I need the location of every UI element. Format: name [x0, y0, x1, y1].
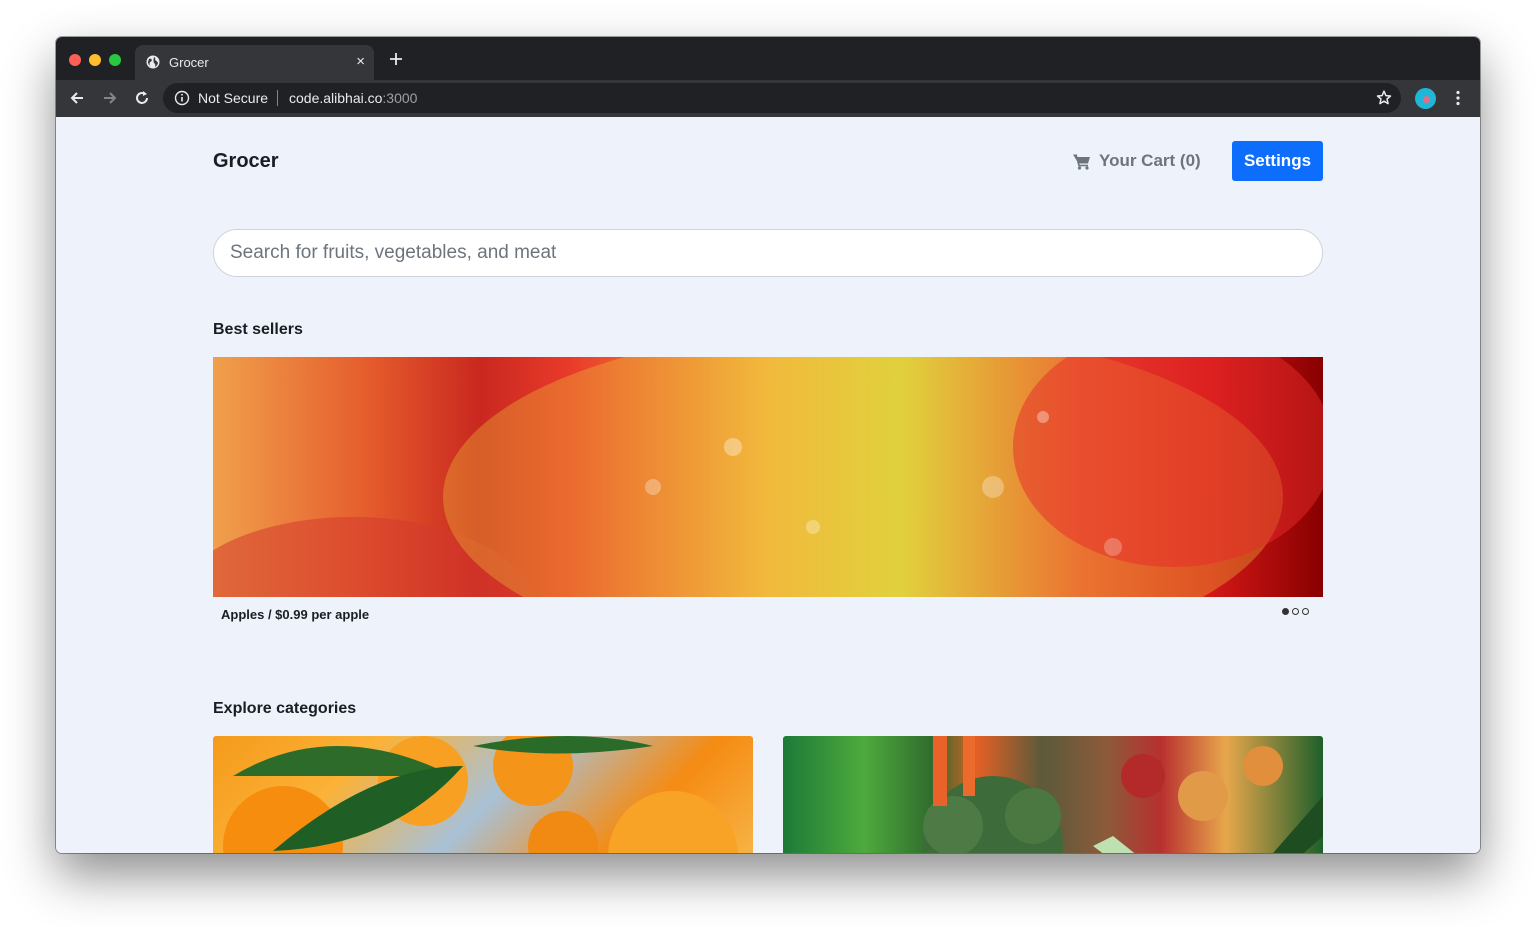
- page-content: Grocer Your Cart (0) Settings Best selle…: [56, 117, 1480, 853]
- category-card-fruits[interactable]: [213, 736, 753, 853]
- close-tab-icon[interactable]: ×: [356, 52, 365, 72]
- vegetables-photo: [923, 736, 1323, 853]
- reload-icon[interactable]: [133, 89, 151, 107]
- apple-photo: [213, 357, 1323, 597]
- url-host: code.alibhai.co: [289, 90, 383, 106]
- best-seller-caption: Apples / $0.99 per apple: [221, 607, 370, 622]
- security-label: Not Secure: [198, 90, 269, 106]
- carousel-dot[interactable]: [1302, 608, 1309, 615]
- forward-arrow-icon[interactable]: [101, 89, 119, 107]
- best-seller-image[interactable]: [213, 357, 1323, 597]
- info-icon[interactable]: [174, 90, 190, 106]
- settings-button[interactable]: Settings: [1232, 141, 1323, 181]
- bookmark-star-icon[interactable]: [1375, 89, 1393, 107]
- new-tab-icon[interactable]: [387, 50, 405, 68]
- browser-tab[interactable]: Grocer ×: [135, 45, 374, 80]
- search-input[interactable]: [213, 229, 1323, 277]
- cart-label: Your Cart (0): [1099, 151, 1201, 170]
- maximize-window-button[interactable]: [109, 54, 121, 66]
- close-window-button[interactable]: [69, 54, 81, 66]
- more-options-icon[interactable]: [1449, 89, 1467, 107]
- address-bar[interactable]: Not Secure code.alibhai.co:3000: [163, 83, 1401, 113]
- address-separator: [277, 90, 278, 106]
- cart-link[interactable]: Your Cart (0): [1072, 151, 1201, 171]
- shopping-cart-icon: [1073, 153, 1090, 170]
- oranges-photo: [223, 736, 738, 853]
- minimize-window-button[interactable]: [89, 54, 101, 66]
- explore-categories-heading: Explore categories: [213, 700, 357, 717]
- url-text: code.alibhai.co:3000: [289, 90, 417, 106]
- tab-title: Grocer: [169, 55, 209, 70]
- brand-logo[interactable]: Grocer: [213, 150, 279, 173]
- browser-window: Grocer × Not Secure code.alibhai.co:3000: [56, 37, 1480, 853]
- browser-tabstrip: Grocer ×: [56, 37, 1480, 80]
- category-card-vegetables[interactable]: [783, 736, 1323, 853]
- best-sellers-heading: Best sellers: [213, 321, 303, 338]
- browser-toolbar: Not Secure code.alibhai.co:3000: [56, 80, 1480, 117]
- back-arrow-icon[interactable]: [68, 89, 86, 107]
- carousel-dot[interactable]: [1292, 608, 1299, 615]
- carousel-indicators: [1282, 608, 1309, 615]
- globe-icon: [146, 55, 160, 69]
- url-port: :3000: [382, 90, 418, 106]
- carousel-dot[interactable]: [1282, 608, 1289, 615]
- profile-avatar[interactable]: [1415, 88, 1436, 109]
